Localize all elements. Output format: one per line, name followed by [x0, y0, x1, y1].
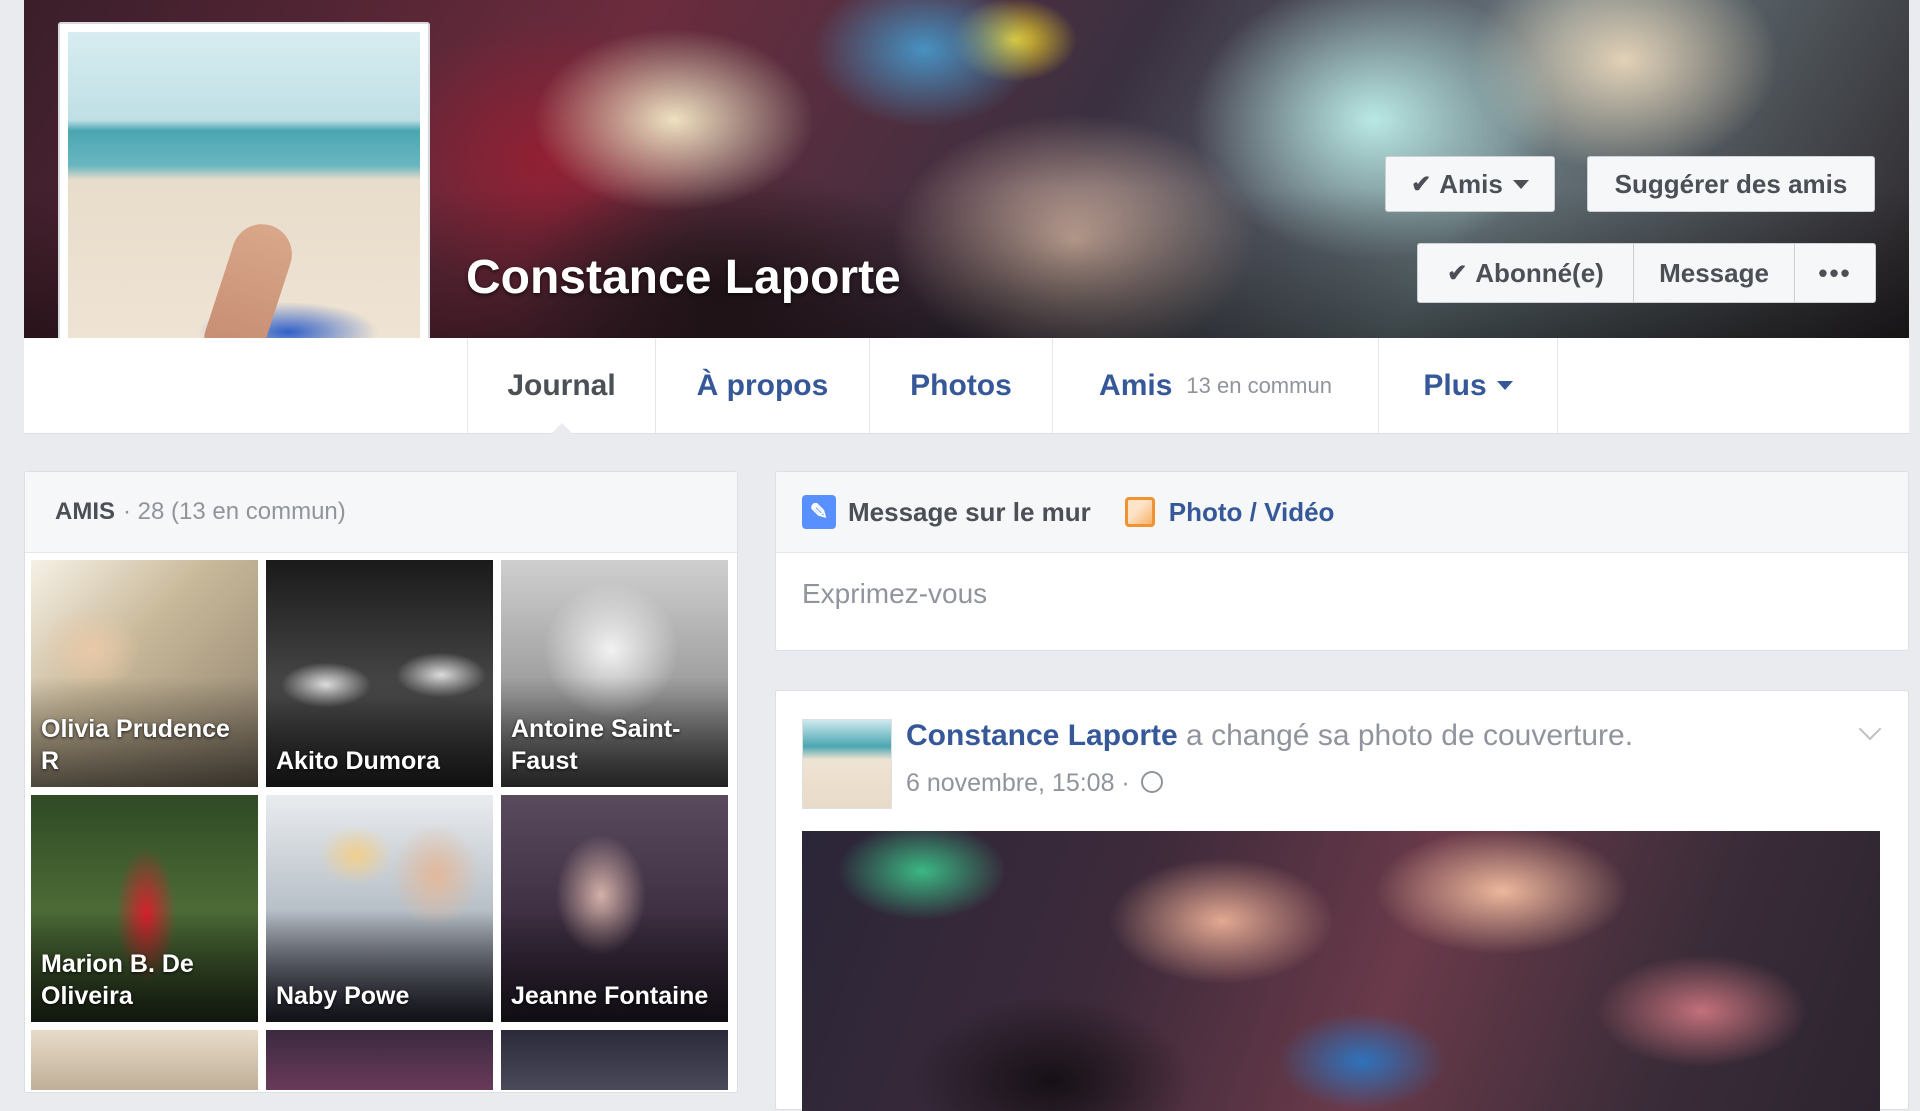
chevron-down-icon[interactable] — [1858, 717, 1882, 741]
friend-tile[interactable]: Akito Dumora — [266, 560, 493, 787]
profile-picture-image — [68, 32, 420, 384]
friend-name: Olivia Prudence R — [41, 715, 230, 775]
caret-down-icon — [1512, 179, 1529, 189]
photo-video-tab-label: Photo / Vidéo — [1168, 496, 1335, 527]
tab-friends-mutual-count: 13 en commun — [1186, 372, 1332, 398]
pencil-icon: ✎ — [802, 495, 836, 529]
wall-post-tab-label: Message sur le mur — [848, 496, 1091, 527]
friend-name: Akito Dumora — [276, 747, 440, 775]
feed-post: Constance Laporte a changé sa photo de c… — [775, 690, 1909, 1111]
post-image[interactable] — [802, 831, 1880, 1111]
friend-tile[interactable] — [31, 1030, 258, 1090]
composer-input[interactable]: Exprimez-vous — [802, 578, 987, 610]
tab-photos[interactable]: Photos — [869, 338, 1052, 433]
check-icon: ✔ — [1411, 170, 1432, 198]
post-timestamp[interactable]: 6 novembre, 15:08 · — [906, 769, 1130, 797]
tab-friends[interactable]: Amis 13 en commun — [1052, 338, 1378, 433]
friends-box-title[interactable]: AMIS — [55, 498, 115, 526]
tab-about[interactable]: À propos — [655, 338, 869, 433]
friends-box: AMIS · 28 (13 en commun) Olivia Prudence… — [24, 471, 738, 1093]
post-meta: 6 novembre, 15:08 · — [906, 769, 1163, 798]
friend-tile[interactable]: Naby Powe — [266, 795, 493, 1022]
suggest-friends-button[interactable]: Suggérer des amis — [1587, 156, 1875, 212]
profile-tab-bar: Journal À propos Photos Amis 13 en commu… — [24, 338, 1909, 434]
friend-name: Antoine Saint-Faust — [511, 715, 681, 775]
friend-tile[interactable] — [266, 1030, 493, 1090]
friend-name: Jeanne Fontaine — [511, 982, 709, 1010]
post-action-text: a changé sa photo de couverture. — [1177, 719, 1634, 752]
friend-name: Naby Powe — [276, 982, 410, 1010]
message-button[interactable]: Message — [1634, 244, 1795, 302]
friend-tile[interactable] — [501, 1030, 728, 1090]
profile-action-group: ✔ Abonné(e) Message ••• — [1417, 243, 1876, 303]
profile-page: Constance Laporte ✔ Amis Suggérer des am… — [24, 0, 1909, 1111]
caret-down-icon — [1496, 381, 1513, 390]
friend-tile[interactable]: Jeanne Fontaine — [501, 795, 728, 1022]
friend-name: Marion B. De Oliveira — [41, 950, 194, 1010]
friends-status-label: Amis — [1439, 168, 1503, 199]
photo-video-tab[interactable]: Photo / Vidéo — [1124, 496, 1335, 528]
post-avatar[interactable] — [802, 719, 892, 809]
globe-icon[interactable] — [1140, 771, 1163, 793]
subscribed-label: Abonné(e) — [1475, 257, 1604, 288]
tab-more[interactable]: Plus — [1378, 338, 1558, 433]
tab-journal[interactable]: Journal — [467, 338, 655, 434]
tab-friends-label: Amis — [1099, 368, 1173, 402]
profile-tabs: Journal À propos Photos Amis 13 en commu… — [467, 338, 1558, 434]
post-author-link[interactable]: Constance Laporte — [906, 719, 1178, 752]
wall-post-tab[interactable]: ✎ Message sur le mur — [802, 495, 1091, 529]
tab-more-label: Plus — [1423, 368, 1487, 402]
photo-icon — [1124, 497, 1155, 527]
friend-tile[interactable]: Marion B. De Oliveira — [31, 795, 258, 1022]
profile-name[interactable]: Constance Laporte — [466, 250, 901, 305]
more-options-button[interactable]: ••• — [1795, 244, 1875, 302]
subscribed-button[interactable]: ✔ Abonné(e) — [1418, 244, 1634, 302]
friend-tile[interactable]: Olivia Prudence R — [31, 560, 258, 787]
composer: ✎ Message sur le mur Photo / Vidéo Expri… — [775, 471, 1909, 651]
friend-tile[interactable]: Antoine Saint-Faust — [501, 560, 728, 787]
friends-status-button[interactable]: ✔ Amis — [1385, 156, 1555, 212]
check-icon: ✔ — [1447, 259, 1468, 287]
friends-box-count: · 28 (13 en commun) — [123, 498, 346, 525]
composer-tabs: ✎ Message sur le mur Photo / Vidéo — [776, 472, 1908, 553]
friends-box-header: AMIS · 28 (13 en commun) — [25, 472, 737, 553]
post-header: Constance Laporte a changé sa photo de c… — [906, 719, 1633, 753]
